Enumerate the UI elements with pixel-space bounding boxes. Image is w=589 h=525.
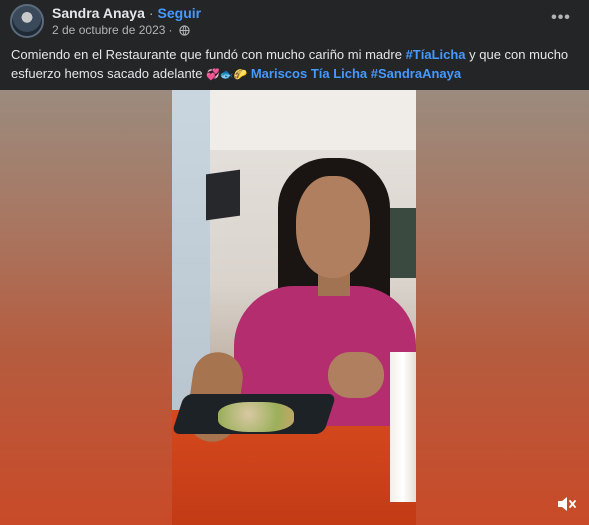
video-scene-face: [296, 176, 370, 278]
video-scene-glass: [390, 352, 416, 502]
hashtag-tialicha[interactable]: #TíaLicha: [406, 47, 466, 62]
post-header: Sandra Anaya · Seguir 2 de octubre de 2023…: [0, 0, 589, 42]
post-date[interactable]: 2 de octubre de 2023: [52, 23, 165, 37]
author-name[interactable]: Sandra Anaya: [52, 5, 145, 21]
video-scene-food: [218, 402, 294, 432]
video-scene-window: [390, 208, 416, 278]
more-options-icon[interactable]: •••: [551, 10, 571, 26]
mention-mariscos-tia-licha[interactable]: Mariscos Tía Licha: [247, 66, 367, 81]
video-scene-tv: [206, 169, 240, 221]
date-separator: ·: [168, 23, 173, 37]
post-meta: 2 de octubre de 2023 ·: [52, 23, 191, 37]
caption-emojis: 💞🐟🌮: [206, 69, 248, 81]
post-caption: Comiendo en el Restaurante que fundó con…: [11, 45, 581, 85]
video-player[interactable]: [0, 90, 589, 525]
globe-icon: [179, 24, 191, 36]
video-scene-ceiling: [210, 90, 416, 150]
video-frame[interactable]: [172, 90, 416, 525]
follow-button[interactable]: Seguir: [158, 5, 202, 21]
speaker-muted-icon[interactable]: [555, 493, 577, 515]
avatar[interactable]: [10, 4, 44, 38]
video-scene-hand: [328, 352, 384, 398]
caption-text-1: Comiendo en el Restaurante que fundó con…: [11, 47, 406, 62]
separator-dot: ·: [148, 5, 154, 21]
facebook-post: Sandra Anaya · Seguir 2 de octubre de 2023…: [0, 0, 589, 525]
hashtag-sandraanaya[interactable]: #SandraAnaya: [367, 66, 461, 81]
author-line: Sandra Anaya · Seguir: [52, 5, 201, 21]
